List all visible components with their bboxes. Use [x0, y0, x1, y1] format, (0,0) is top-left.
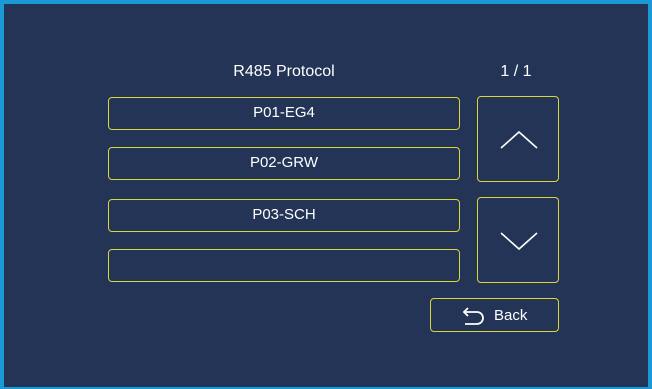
- chevron-down-icon: [500, 232, 538, 251]
- protocol-item-label: P03-SCH: [252, 206, 316, 223]
- protocol-item-label: P02-GRW: [249, 154, 319, 171]
- back-button[interactable]: Back: [430, 298, 559, 332]
- protocol-item-p03[interactable]: P03-SCH: [108, 199, 460, 232]
- protocol-screen: R485 Protocol 1 / 1 P01-EG4 P02-GRW P03-…: [0, 0, 652, 389]
- scroll-up-button[interactable]: [477, 96, 559, 182]
- back-button-label: Back: [494, 307, 528, 324]
- protocol-item-label: P01-EG4: [253, 104, 315, 121]
- back-arrow-icon: [462, 307, 484, 325]
- chevron-up-icon: [500, 130, 538, 149]
- scroll-down-button[interactable]: [477, 197, 559, 283]
- protocol-item-p01[interactable]: P01-EG4: [108, 97, 460, 130]
- page-indicator: 1 / 1: [500, 63, 532, 80]
- protocol-item-empty[interactable]: [108, 249, 460, 282]
- protocol-item-p02[interactable]: P02-GRW: [108, 147, 460, 180]
- page-title: R485 Protocol: [233, 63, 335, 80]
